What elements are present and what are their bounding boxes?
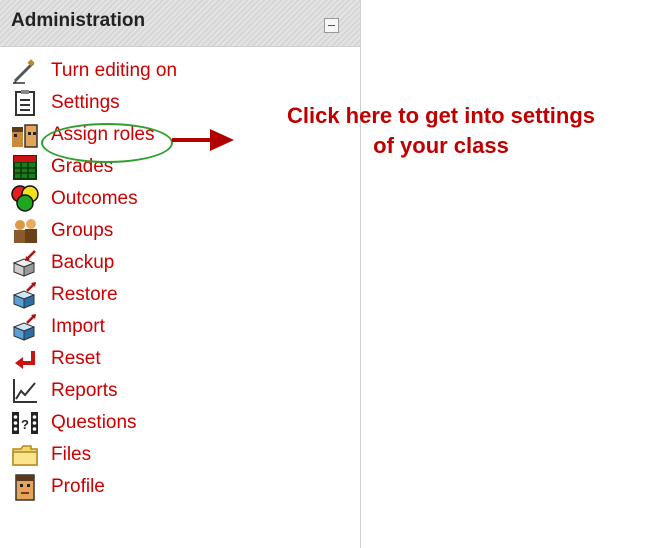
menu-item-import[interactable]: Import (11, 312, 105, 342)
callout-line-2: of your class (373, 133, 509, 158)
callout-text: Click here to get into settings of your … (236, 101, 646, 161)
menu-item-label[interactable]: Outcomes (51, 185, 138, 213)
questions-dots-icon: ? (11, 409, 41, 437)
menu-item-label[interactable]: Files (51, 441, 91, 469)
edit-pen-icon (11, 57, 41, 85)
folder-icon (11, 441, 41, 469)
restore-box-icon (11, 281, 41, 309)
groups-people-icon (11, 217, 41, 245)
menu-item-label[interactable]: Backup (51, 249, 114, 277)
menu-item-reset[interactable]: Reset (11, 344, 101, 374)
menu-item-groups[interactable]: Groups (11, 216, 113, 246)
highlight-ellipse (41, 123, 173, 163)
menu-item-label[interactable]: Restore (51, 281, 118, 309)
menu-item-reports[interactable]: Reports (11, 376, 118, 406)
menu-item-label[interactable]: Import (51, 313, 105, 341)
outcomes-circles-icon (11, 185, 41, 213)
menu-item-restore[interactable]: Restore (11, 280, 118, 310)
pointer-arrow-icon (172, 129, 234, 151)
menu-item-questions[interactable]: ? Questions (11, 408, 137, 438)
roles-faces-icon (11, 121, 41, 149)
menu-item-files[interactable]: Files (11, 440, 91, 470)
block-title: Administration (11, 10, 146, 31)
administration-block: Administration Turn editing on Settings … (0, 0, 361, 548)
menu-item-label[interactable]: Reports (51, 377, 118, 405)
reports-chart-icon (11, 377, 41, 405)
reset-arrow-icon (11, 345, 41, 373)
import-box-icon (11, 313, 41, 341)
block-header: Administration (0, 0, 360, 47)
grades-grid-icon (11, 153, 41, 181)
settings-document-icon (11, 89, 41, 117)
profile-face-icon (11, 473, 41, 501)
svg-text:?: ? (21, 417, 29, 432)
collapse-icon[interactable] (324, 18, 339, 33)
menu-item-profile[interactable]: Profile (11, 472, 105, 502)
callout-line-1: Click here to get into settings (286, 103, 596, 128)
menu-item-label[interactable]: Turn editing on (51, 57, 177, 85)
menu-item-label[interactable]: Reset (51, 345, 101, 373)
backup-box-icon (11, 249, 41, 277)
menu-item-label[interactable]: Profile (51, 473, 105, 501)
menu-item-backup[interactable]: Backup (11, 248, 114, 278)
menu-item-label[interactable]: Groups (51, 217, 113, 245)
menu-item-turn-editing-on[interactable]: Turn editing on (11, 56, 177, 86)
menu-item-label[interactable]: Questions (51, 409, 137, 437)
menu-item-outcomes[interactable]: Outcomes (11, 184, 138, 214)
menu-item-label[interactable]: Settings (51, 89, 120, 117)
menu-item-settings[interactable]: Settings (11, 88, 120, 118)
